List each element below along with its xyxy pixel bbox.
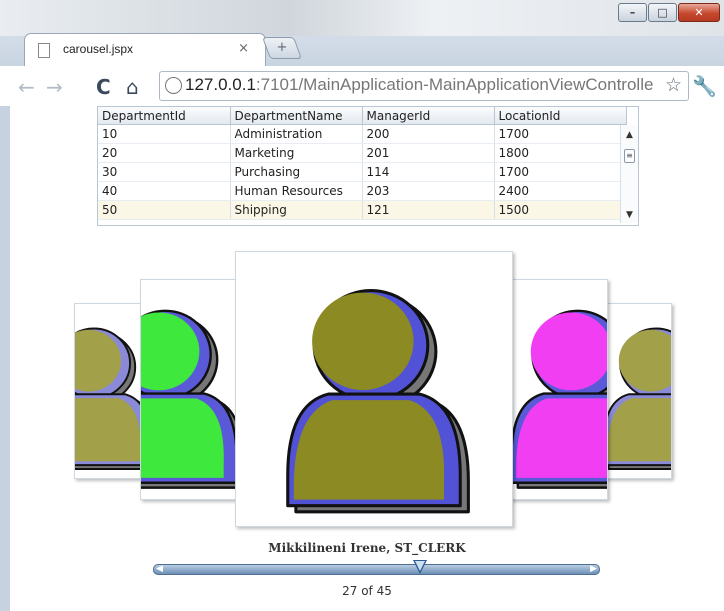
table-cell: 2400	[494, 181, 627, 201]
slider-prev-icon[interactable]: ◀	[156, 564, 163, 574]
table-cell: 114	[362, 162, 495, 182]
close-tab-icon[interactable]: ×	[238, 41, 249, 56]
table-cell: Shipping	[230, 200, 363, 220]
table-cell: Purchasing	[230, 162, 363, 182]
table-cell: 200	[362, 124, 495, 144]
column-header[interactable]: DepartmentId	[98, 107, 231, 125]
table-scrollbar[interactable]: ▲ ≡ ▼	[620, 125, 638, 223]
table-cell: 201	[362, 143, 495, 163]
new-tab-button[interactable]: +	[261, 37, 303, 59]
table-cell: 203	[362, 181, 495, 201]
home-icon[interactable]: ⌂	[126, 75, 139, 99]
toolbar: ← → C ⌂ 127.0.0.1:7101/MainApplication-M…	[0, 66, 724, 106]
scroll-thumb[interactable]: ≡	[624, 149, 635, 163]
carousel-slider[interactable]: ◀ ▶	[153, 564, 600, 575]
browser-tab[interactable]: carousel.jspx ×	[24, 33, 266, 66]
table-cell: 1700	[494, 162, 627, 182]
table-cell: 10	[98, 124, 231, 144]
wrench-icon[interactable]: 🔧	[692, 74, 717, 98]
table-cell: Human Resources	[230, 181, 363, 201]
table-row[interactable]: 30 Purchasing 114 1700	[98, 162, 627, 182]
table-row[interactable]: 20 Marketing 201 1800	[98, 143, 627, 163]
url-host: 127.0.0.1	[185, 75, 256, 94]
address-bar[interactable]: 127.0.0.1:7101/MainApplication-MainAppli…	[159, 71, 689, 101]
table-cell: 50	[98, 200, 231, 220]
table-cell: 1800	[494, 143, 627, 163]
carousel-caption: Mikkilineni Irene, ST_CLERK	[268, 541, 466, 555]
maximize-icon: □	[657, 6, 668, 19]
title-bar	[0, 0, 724, 36]
forward-icon[interactable]: →	[46, 75, 63, 99]
column-header[interactable]: LocationId	[494, 107, 627, 125]
table-cell: 30	[98, 162, 231, 182]
table-cell: 121	[362, 200, 495, 220]
table-cell: 40	[98, 181, 231, 201]
scroll-down-icon[interactable]: ▼	[621, 210, 638, 220]
carousel-card-center-person[interactable]	[235, 251, 513, 527]
table-cell: Administration	[230, 124, 363, 144]
slider-next-icon[interactable]: ▶	[590, 564, 597, 574]
slider-thumb[interactable]	[413, 560, 427, 574]
reload-icon[interactable]: C	[96, 75, 111, 99]
minimize-button[interactable]: –	[618, 3, 647, 22]
close-icon: ✕	[694, 6, 704, 19]
departments-table: DepartmentId DepartmentName ManagerId Lo…	[97, 106, 639, 226]
table-row[interactable]: 10 Administration 200 1700	[98, 124, 627, 144]
carousel-counter: 27 of 45	[342, 584, 392, 598]
page-icon	[38, 43, 50, 58]
table-header: DepartmentId DepartmentName ManagerId Lo…	[98, 107, 627, 125]
browser-window: – □ ✕ carousel.jspx × + ← → C ⌂ 127.0.0.…	[0, 0, 724, 611]
page-content: DepartmentId DepartmentName ManagerId Lo…	[10, 106, 724, 611]
url-text: 127.0.0.1:7101/MainApplication-MainAppli…	[185, 75, 653, 95]
back-icon[interactable]: ←	[18, 75, 35, 99]
column-header[interactable]: DepartmentName	[230, 107, 363, 125]
url-path: :7101/MainApplication-MainApplicationVie…	[255, 75, 654, 94]
person-icon	[286, 289, 470, 514]
table-cell: 1500	[494, 200, 627, 220]
table-cell: 20	[98, 143, 231, 163]
window-controls: – □ ✕	[617, 3, 720, 22]
maximize-button[interactable]: □	[648, 3, 677, 22]
column-header[interactable]: ManagerId	[362, 107, 495, 125]
bookmark-star-icon[interactable]: ☆	[665, 74, 682, 96]
table-row[interactable]: 40 Human Resources 203 2400	[98, 181, 627, 201]
scroll-up-icon[interactable]: ▲	[621, 130, 638, 140]
tab-title: carousel.jspx	[63, 42, 134, 56]
page-info-icon[interactable]	[165, 77, 182, 94]
minimize-icon: –	[629, 6, 636, 19]
close-window-button[interactable]: ✕	[678, 3, 720, 22]
table-row-selected[interactable]: 50 Shipping 121 1500	[98, 200, 627, 220]
plus-icon: +	[276, 40, 288, 55]
table-cell: 1700	[494, 124, 627, 144]
table-cell: Marketing	[230, 143, 363, 163]
